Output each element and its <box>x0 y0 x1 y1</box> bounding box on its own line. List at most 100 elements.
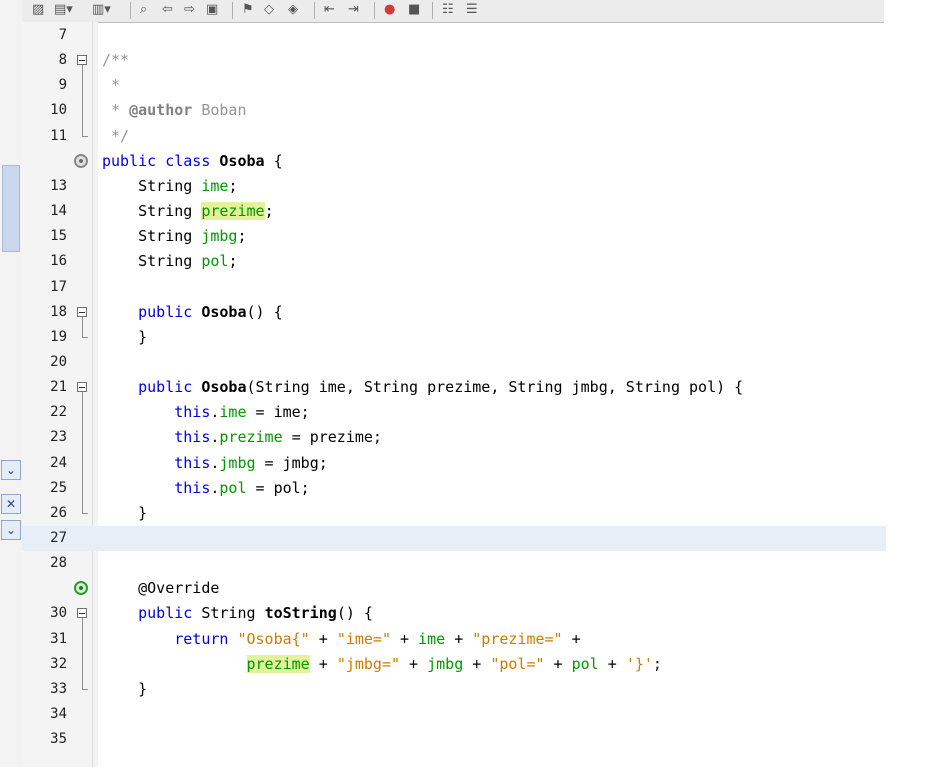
code-token: + <box>391 629 419 648</box>
code-line[interactable]: 34 <box>22 702 886 727</box>
previous-bookmark-icon[interactable]: ⚑ <box>242 2 254 18</box>
line-number: 27 <box>50 530 67 546</box>
code-line[interactable]: 25 this.pol = pol; <box>22 476 886 501</box>
code-token: + <box>544 654 572 673</box>
code-token: @author <box>129 101 193 120</box>
fold-toggle-icon[interactable] <box>77 382 87 393</box>
fold-toggle-icon[interactable] <box>77 608 87 619</box>
code-token: prezime <box>201 202 265 221</box>
code-token: ; <box>264 202 274 221</box>
chevron-down-icon[interactable]: ⌄ <box>1 460 21 480</box>
shift-left-icon[interactable]: ⇤ <box>324 2 335 18</box>
line-number: 21 <box>50 379 67 396</box>
toggle-highlight-icon[interactable]: ▣ <box>206 2 218 18</box>
line-number: 35 <box>50 731 67 748</box>
code-line[interactable]: 16 String pol; <box>22 249 886 274</box>
find-previous-icon[interactable]: ⇦ <box>162 2 173 18</box>
code-line[interactable]: 19 } <box>22 325 886 350</box>
code-line[interactable]: 31 return "Osoba{" + "ime=" + ime + "pre… <box>22 627 886 652</box>
code-line[interactable]: 11 */ <box>22 124 886 149</box>
code-text: } <box>102 325 147 350</box>
toggle-bookmark-icon[interactable]: ◈ <box>288 2 298 18</box>
code-text: public String toString() { <box>102 601 373 626</box>
code-text: /** <box>102 48 129 73</box>
code-line[interactable]: 17 <box>22 275 886 300</box>
line-number: 14 <box>50 203 67 220</box>
code-line[interactable]: 10 * @author Boban <box>22 98 886 123</box>
close-icon[interactable]: ✕ <box>1 494 21 514</box>
code-token: this <box>174 453 211 472</box>
find-icon[interactable]: ⌕ <box>140 2 147 18</box>
uncomment-icon[interactable]: ☰ <box>466 2 478 18</box>
code-token: ; <box>228 176 238 195</box>
code-token: = ime; <box>246 403 310 422</box>
code-token: "jmbg=" <box>336 654 401 673</box>
code-token: + <box>463 654 491 673</box>
fold-guide-line <box>82 316 83 337</box>
code-line[interactable]: 33 } <box>22 677 886 702</box>
code-token: jmbg <box>201 227 238 246</box>
code-line[interactable]: 22 this.ime = ime; <box>22 400 886 425</box>
fold-toggle-icon[interactable] <box>77 306 87 317</box>
code-line[interactable]: 15 String jmbg; <box>22 224 886 249</box>
code-token: Osoba <box>201 302 247 321</box>
code-token: () { <box>246 302 283 321</box>
code-token: (String ime, String prezime, String jmbg… <box>246 378 744 397</box>
code-line[interactable]: 7 <box>22 23 886 48</box>
code-line[interactable]: 21 public Osoba(String ime, String prezi… <box>22 375 886 400</box>
code-token: Osoba <box>201 378 247 397</box>
code-line[interactable]: public class Osoba { <box>22 149 886 174</box>
scroll-thumb[interactable] <box>2 165 20 252</box>
fold-guide-line <box>82 618 83 689</box>
code-line[interactable]: 8 /** <box>22 48 886 73</box>
code-line[interactable]: 30 public String toString() { <box>22 601 886 626</box>
new-file-icon[interactable]: ▤▾ <box>54 2 73 18</box>
code-token: String <box>102 252 202 271</box>
code-token: + <box>309 654 337 673</box>
next-bookmark-icon[interactable]: ◇ <box>264 2 274 18</box>
code-line[interactable]: 23 this.prezime = prezime; <box>22 425 886 450</box>
back-icon[interactable]: ▥▾ <box>92 2 111 18</box>
start-macro-icon[interactable]: ● <box>384 2 395 18</box>
code-line[interactable]: 18 public Osoba() { <box>22 300 886 325</box>
code-line[interactable]: 13 String ime; <box>22 174 886 199</box>
fold-guide-line <box>82 392 83 513</box>
find-next-icon[interactable]: ⇨ <box>184 2 195 18</box>
code-token: public <box>138 302 202 321</box>
chevron-down-icon[interactable]: ⌄ <box>1 520 21 540</box>
comment-icon[interactable]: ☷ <box>442 2 454 18</box>
fold-toggle-icon[interactable] <box>77 55 87 66</box>
code-line[interactable]: 24 this.jmbg = jmbg; <box>22 451 886 476</box>
code-line[interactable]: 20 <box>22 350 886 375</box>
code-token: ime <box>201 176 229 195</box>
code-line[interactable]: 27 <box>22 526 886 551</box>
code-token: this <box>174 478 211 497</box>
code-text: @Override <box>102 576 219 601</box>
code-text: return "Osoba{" + "ime=" + ime + "prezim… <box>102 627 580 652</box>
code-token: String <box>102 227 202 246</box>
line-number: 26 <box>50 504 67 521</box>
code-token: '}' <box>625 654 653 673</box>
code-line[interactable]: @Override <box>22 576 886 601</box>
code-token: prezime <box>246 654 310 673</box>
open-project-icon[interactable]: ▨ <box>32 2 44 18</box>
code-line[interactable]: 32 prezime + "jmbg=" + jmbg + "pol=" + p… <box>22 652 886 677</box>
code-line[interactable]: 9 * <box>22 73 886 98</box>
code-text: this.prezime = prezime; <box>102 425 382 450</box>
code-line[interactable]: 28 <box>22 551 886 576</box>
code-line[interactable]: 14 String prezime; <box>22 199 886 224</box>
override-glyph-icon[interactable] <box>74 581 88 596</box>
fold-end-mark <box>82 336 88 338</box>
code-token: public class <box>102 151 220 170</box>
code-line[interactable]: 35 <box>22 727 886 752</box>
implements-glyph-icon[interactable] <box>74 153 88 168</box>
code-text: */ <box>102 124 129 149</box>
line-number: 8 <box>58 52 67 69</box>
stop-macro-icon[interactable]: ■ <box>408 2 420 18</box>
shift-right-icon[interactable]: ⇥ <box>348 2 359 18</box>
code-line[interactable]: 26 } <box>22 501 886 526</box>
line-number: 11 <box>50 127 67 144</box>
